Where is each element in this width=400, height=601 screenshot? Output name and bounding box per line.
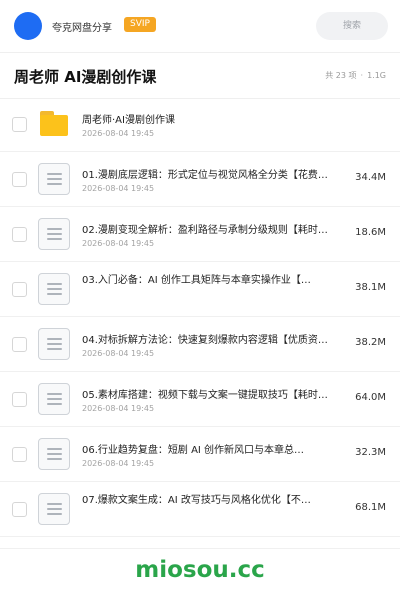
top-bar: 夸克网盘分享 SVIP 搜索 <box>0 0 400 53</box>
item-name: 04.对标拆解方法论：快速复刻爆款内容逻辑【优质资… <box>82 335 328 346</box>
item-name: 03.入门必备：AI 创作工具矩阵与本章实操作业【… <box>82 275 311 286</box>
item-name: 07.爆款文案生成：AI 改写技巧与风格化优化【不… <box>82 495 311 506</box>
list-item[interactable]: 周老师·AI漫剧创作课 2026-08-04 19:45 <box>0 98 400 152</box>
item-name: 02.漫剧变现全解析：盈利路径与承制分级规则【耗时… <box>82 225 328 236</box>
item-name: 05.素材库搭建：视频下载与文案一键提取技巧【耗时… <box>82 390 328 401</box>
search-input[interactable]: 搜索 <box>316 12 388 40</box>
document-icon <box>38 493 70 525</box>
select-checkbox[interactable] <box>12 337 27 352</box>
select-checkbox[interactable] <box>12 227 27 242</box>
item-size: 64.0M <box>355 392 386 403</box>
document-icon <box>38 273 70 305</box>
item-count: 共 23 项 <box>325 71 357 80</box>
list-item[interactable]: 04.对标拆解方法论：快速复刻爆款内容逻辑【优质资… 2026-08-04 19… <box>0 318 400 372</box>
list-item[interactable]: 01.漫剧底层逻辑：形式定位与视觉风格全分类【花费… 2026-08-04 19… <box>0 153 400 207</box>
document-icon <box>38 218 70 250</box>
item-size: 18.6M <box>355 227 386 238</box>
select-checkbox[interactable] <box>12 117 27 132</box>
watermark: miosou.cc <box>135 557 265 583</box>
folder-meta: 共 23 项 · 1.1G <box>325 71 386 80</box>
item-date: 2026-08-04 19:45 <box>82 239 155 248</box>
footer: miosou.cc <box>0 548 400 601</box>
document-icon <box>38 383 70 415</box>
item-size: 38.1M <box>355 282 386 293</box>
document-icon <box>38 328 70 360</box>
select-checkbox[interactable] <box>12 392 27 407</box>
document-icon <box>38 438 70 470</box>
item-size: 68.1M <box>355 502 386 513</box>
page-title: 周老师 AI漫剧创作课 <box>14 68 157 86</box>
svip-badge[interactable]: SVIP <box>124 17 156 32</box>
avatar[interactable] <box>14 12 42 40</box>
item-name: 01.漫剧底层逻辑：形式定位与视觉风格全分类【花费… <box>82 170 328 181</box>
item-date: 2026-08-04 19:45 <box>82 459 155 468</box>
list-item[interactable]: 07.爆款文案生成：AI 改写技巧与风格化优化【不… 68.1M <box>0 483 400 537</box>
file-list: 周老师·AI漫剧创作课 2026-08-04 19:45 01.漫剧底层逻辑：形… <box>0 98 400 538</box>
app-name: 夸克网盘分享 <box>52 23 112 34</box>
select-checkbox[interactable] <box>12 172 27 187</box>
item-size: 38.2M <box>355 337 386 348</box>
item-name: 周老师·AI漫剧创作课 <box>82 115 175 126</box>
folder-header: 周老师 AI漫剧创作课 共 23 项 · 1.1G <box>0 52 400 99</box>
document-icon <box>38 163 70 195</box>
select-checkbox[interactable] <box>12 502 27 517</box>
item-size: 32.3M <box>355 447 386 458</box>
item-date: 2026-08-04 19:45 <box>82 184 155 193</box>
folder-size: 1.1G <box>367 71 386 80</box>
list-item[interactable]: 06.行业趋势复盘：短剧 AI 创作新风口与本章总… 2026-08-04 19… <box>0 428 400 482</box>
item-date: 2026-08-04 19:45 <box>82 349 155 358</box>
list-item[interactable]: 05.素材库搭建：视频下载与文案一键提取技巧【耗时… 2026-08-04 19… <box>0 373 400 427</box>
list-item[interactable]: 03.入门必备：AI 创作工具矩阵与本章实操作业【… 38.1M <box>0 263 400 317</box>
item-date: 2026-08-04 19:45 <box>82 129 155 138</box>
list-item[interactable]: 02.漫剧变现全解析：盈利路径与承制分级规则【耗时… 2026-08-04 19… <box>0 208 400 262</box>
folder-icon <box>38 108 70 140</box>
select-checkbox[interactable] <box>12 282 27 297</box>
item-date: 2026-08-04 19:45 <box>82 404 155 413</box>
select-checkbox[interactable] <box>12 447 27 462</box>
item-name: 06.行业趋势复盘：短剧 AI 创作新风口与本章总… <box>82 445 305 456</box>
item-size: 34.4M <box>355 172 386 183</box>
